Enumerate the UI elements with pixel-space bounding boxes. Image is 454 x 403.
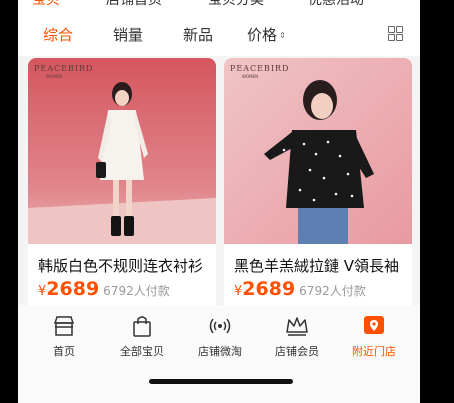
top-tab-1[interactable]: 店铺首页 (106, 0, 162, 9)
brand-logo: PEACEBIRD (34, 64, 94, 73)
top-tab-0[interactable]: 宝贝 (32, 0, 60, 9)
tab-label: 附近门店 (352, 345, 396, 358)
tab-nearby-stores[interactable]: 附近门店 (334, 313, 414, 359)
product-photo (28, 58, 216, 244)
tab-home[interactable]: 首页 (24, 313, 104, 359)
brand-logo-sub: WOMEN (242, 74, 259, 79)
price-row: ¥2689 6792人付款 (234, 278, 366, 300)
sort-new[interactable]: 新品 (183, 24, 213, 45)
bag-icon (133, 316, 151, 337)
broadcast-icon (209, 318, 231, 334)
tab-member[interactable]: 店铺会员 (257, 313, 337, 359)
product-card[interactable]: PEACEBIRD WOMEN 韩版白色不规则连衣衬衫 ¥2689 6792人付款 (28, 58, 216, 318)
grid-view-icon[interactable] (388, 26, 404, 42)
phone-screen: 宝贝 店铺首页 宝贝分类 优惠活动 综合 销量 新品 价格 ⇕ PEACEBIR… (18, 0, 420, 403)
sales-count: 6792人付款 (103, 284, 170, 298)
sort-caret-icon: ⇕ (279, 30, 286, 40)
tab-label: 店铺会员 (275, 345, 319, 358)
sort-price[interactable]: 价格 ⇕ (247, 24, 286, 45)
brand-logo-sub: WOMEN (46, 74, 63, 79)
shop-icon (53, 316, 75, 336)
sort-price-label: 价格 (247, 25, 278, 44)
top-tab-2[interactable]: 宝贝分类 (208, 0, 264, 9)
crown-icon (286, 317, 308, 336)
tab-store-feed[interactable]: 店铺微淘 (180, 313, 260, 359)
store-location-icon (364, 316, 384, 334)
product-price: 2689 (46, 278, 100, 300)
product-title[interactable]: 黑色羊羔絨拉鏈 V領長袖 (234, 255, 410, 276)
product-photo (224, 58, 412, 244)
sort-comprehensive[interactable]: 综合 (43, 24, 73, 45)
product-title[interactable]: 韩版白色不规则连衣衬衫 (38, 255, 214, 276)
tab-label: 全部宝贝 (120, 345, 164, 358)
tab-label: 首页 (53, 345, 75, 358)
brand-logo: PEACEBIRD (230, 64, 290, 73)
price-row: ¥2689 6792人付款 (38, 278, 170, 300)
sort-sales[interactable]: 销量 (113, 24, 143, 45)
tab-all-items[interactable]: 全部宝贝 (102, 313, 182, 359)
bottom-tab-bar: 首页 全部宝贝 店铺微淘 店铺会员 附近门店 (18, 305, 420, 403)
top-tab-strip: 宝贝 店铺首页 宝贝分类 优惠活动 (18, 0, 420, 12)
top-tab-3[interactable]: 优惠活动 (308, 0, 364, 9)
product-price: 2689 (242, 278, 296, 300)
sort-bar: 综合 销量 新品 价格 ⇕ (18, 12, 420, 56)
tab-label: 店铺微淘 (198, 345, 242, 358)
product-card[interactable]: PEACEBIRD WOMEN 黑色羊羔絨拉鏈 V領長袖 ¥2689 6792人付… (224, 58, 412, 318)
home-indicator[interactable] (149, 379, 293, 384)
product-image[interactable]: PEACEBIRD WOMEN (224, 58, 412, 244)
sales-count: 6792人付款 (299, 284, 366, 298)
product-image[interactable]: PEACEBIRD WOMEN (28, 58, 216, 244)
